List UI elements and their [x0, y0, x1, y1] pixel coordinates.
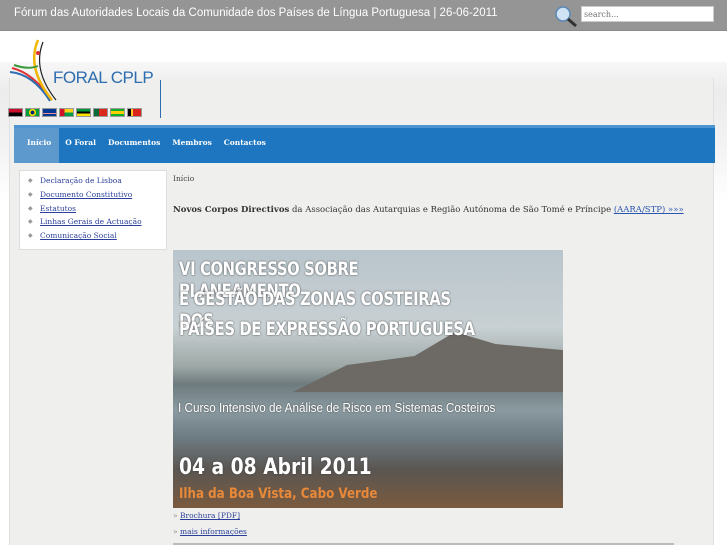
flag-angola[interactable] — [8, 108, 23, 117]
banner-subtitle: I Curso Intensivo de Análise de Risco em… — [178, 400, 496, 415]
flag-timor-leste[interactable] — [127, 108, 142, 117]
flag-sao-tome[interactable] — [110, 108, 125, 117]
bullet-icon: ◆ — [28, 191, 33, 199]
nav-membros[interactable]: Membros — [166, 128, 217, 163]
sidebar-item-comunicacao[interactable]: Comunicação Social — [40, 231, 117, 240]
nav-o-foral[interactable]: O Foral — [59, 128, 102, 163]
more-info-link[interactable]: mais informações — [180, 527, 247, 536]
sidebar-item-declaracao[interactable]: Declaração de Lisboa — [40, 176, 122, 185]
news-item: Novos Corpos Directivos da Associação da… — [173, 205, 684, 215]
nav-inicio[interactable]: Início — [14, 128, 60, 163]
sidebar-menu: ◆ Declaração de Lisboa ◆ Documento Constit… — [19, 170, 167, 250]
search-icon[interactable] — [554, 5, 578, 27]
sidebar-item-linhas[interactable]: Linhas Gerais de Actuação — [40, 217, 142, 226]
banner-mountain — [293, 332, 563, 392]
main-nav: Início O Foral Documentos Membros Contac… — [14, 125, 715, 163]
main-content: Início Novos Corpos Directivos da Associ… — [173, 174, 713, 215]
banner-dates: 04 a 08 Abril 2011 — [179, 455, 372, 480]
flag-brazil[interactable] — [25, 108, 40, 117]
news-title: Novos Corpos Directivos — [173, 205, 290, 215]
logo-text: FORAL CPLP — [53, 68, 154, 87]
search-input[interactable] — [581, 6, 714, 22]
flag-bar — [8, 108, 142, 117]
banner-line-3: PAÍSES DE EXPRESSÃO PORTUGUESA — [179, 318, 475, 340]
brochure-link-row: » Brochura [PDF] — [173, 511, 241, 520]
news-text: da Associação das Autarquias e Região Au… — [289, 205, 614, 215]
bullet-icon: ◆ — [28, 177, 33, 185]
news-link[interactable]: (AARA/STP) »»» — [614, 205, 684, 215]
nav-documentos[interactable]: Documentos — [102, 128, 166, 163]
logo-divider — [160, 80, 161, 118]
flag-mozambique[interactable] — [76, 108, 91, 117]
breadcrumb: Início — [173, 174, 195, 183]
bullet-icon: ◆ — [28, 232, 33, 240]
banner-place: Ilha da Boa Vista, Cabo Verde — [179, 486, 378, 502]
brochure-link[interactable]: Brochura [PDF] — [180, 511, 240, 520]
flag-portugal[interactable] — [93, 108, 108, 117]
flag-cape-verde[interactable] — [42, 108, 57, 117]
sidebar-item-estatutos[interactable]: Estatutos — [40, 204, 76, 213]
congress-banner[interactable]: VI CONGRESSO SOBRE PLANEAMENTO E GESTÃO … — [173, 250, 563, 508]
site-title: Fórum das Autoridades Locais da Comunida… — [14, 7, 498, 19]
nav-contactos[interactable]: Contactos — [218, 128, 272, 163]
sidebar-item-documento[interactable]: Documento Constitutivo — [40, 190, 132, 199]
bullet-icon: ◆ — [28, 204, 33, 212]
bullet-icon: ◆ — [28, 218, 33, 226]
more-info-link-row: » mais informações — [173, 527, 247, 536]
top-bar: Fórum das Autoridades Locais da Comunida… — [0, 0, 727, 31]
foral-cplp-logo[interactable]: FORAL CPLP — [8, 38, 161, 118]
flag-guinea-bissau[interactable] — [59, 108, 74, 117]
